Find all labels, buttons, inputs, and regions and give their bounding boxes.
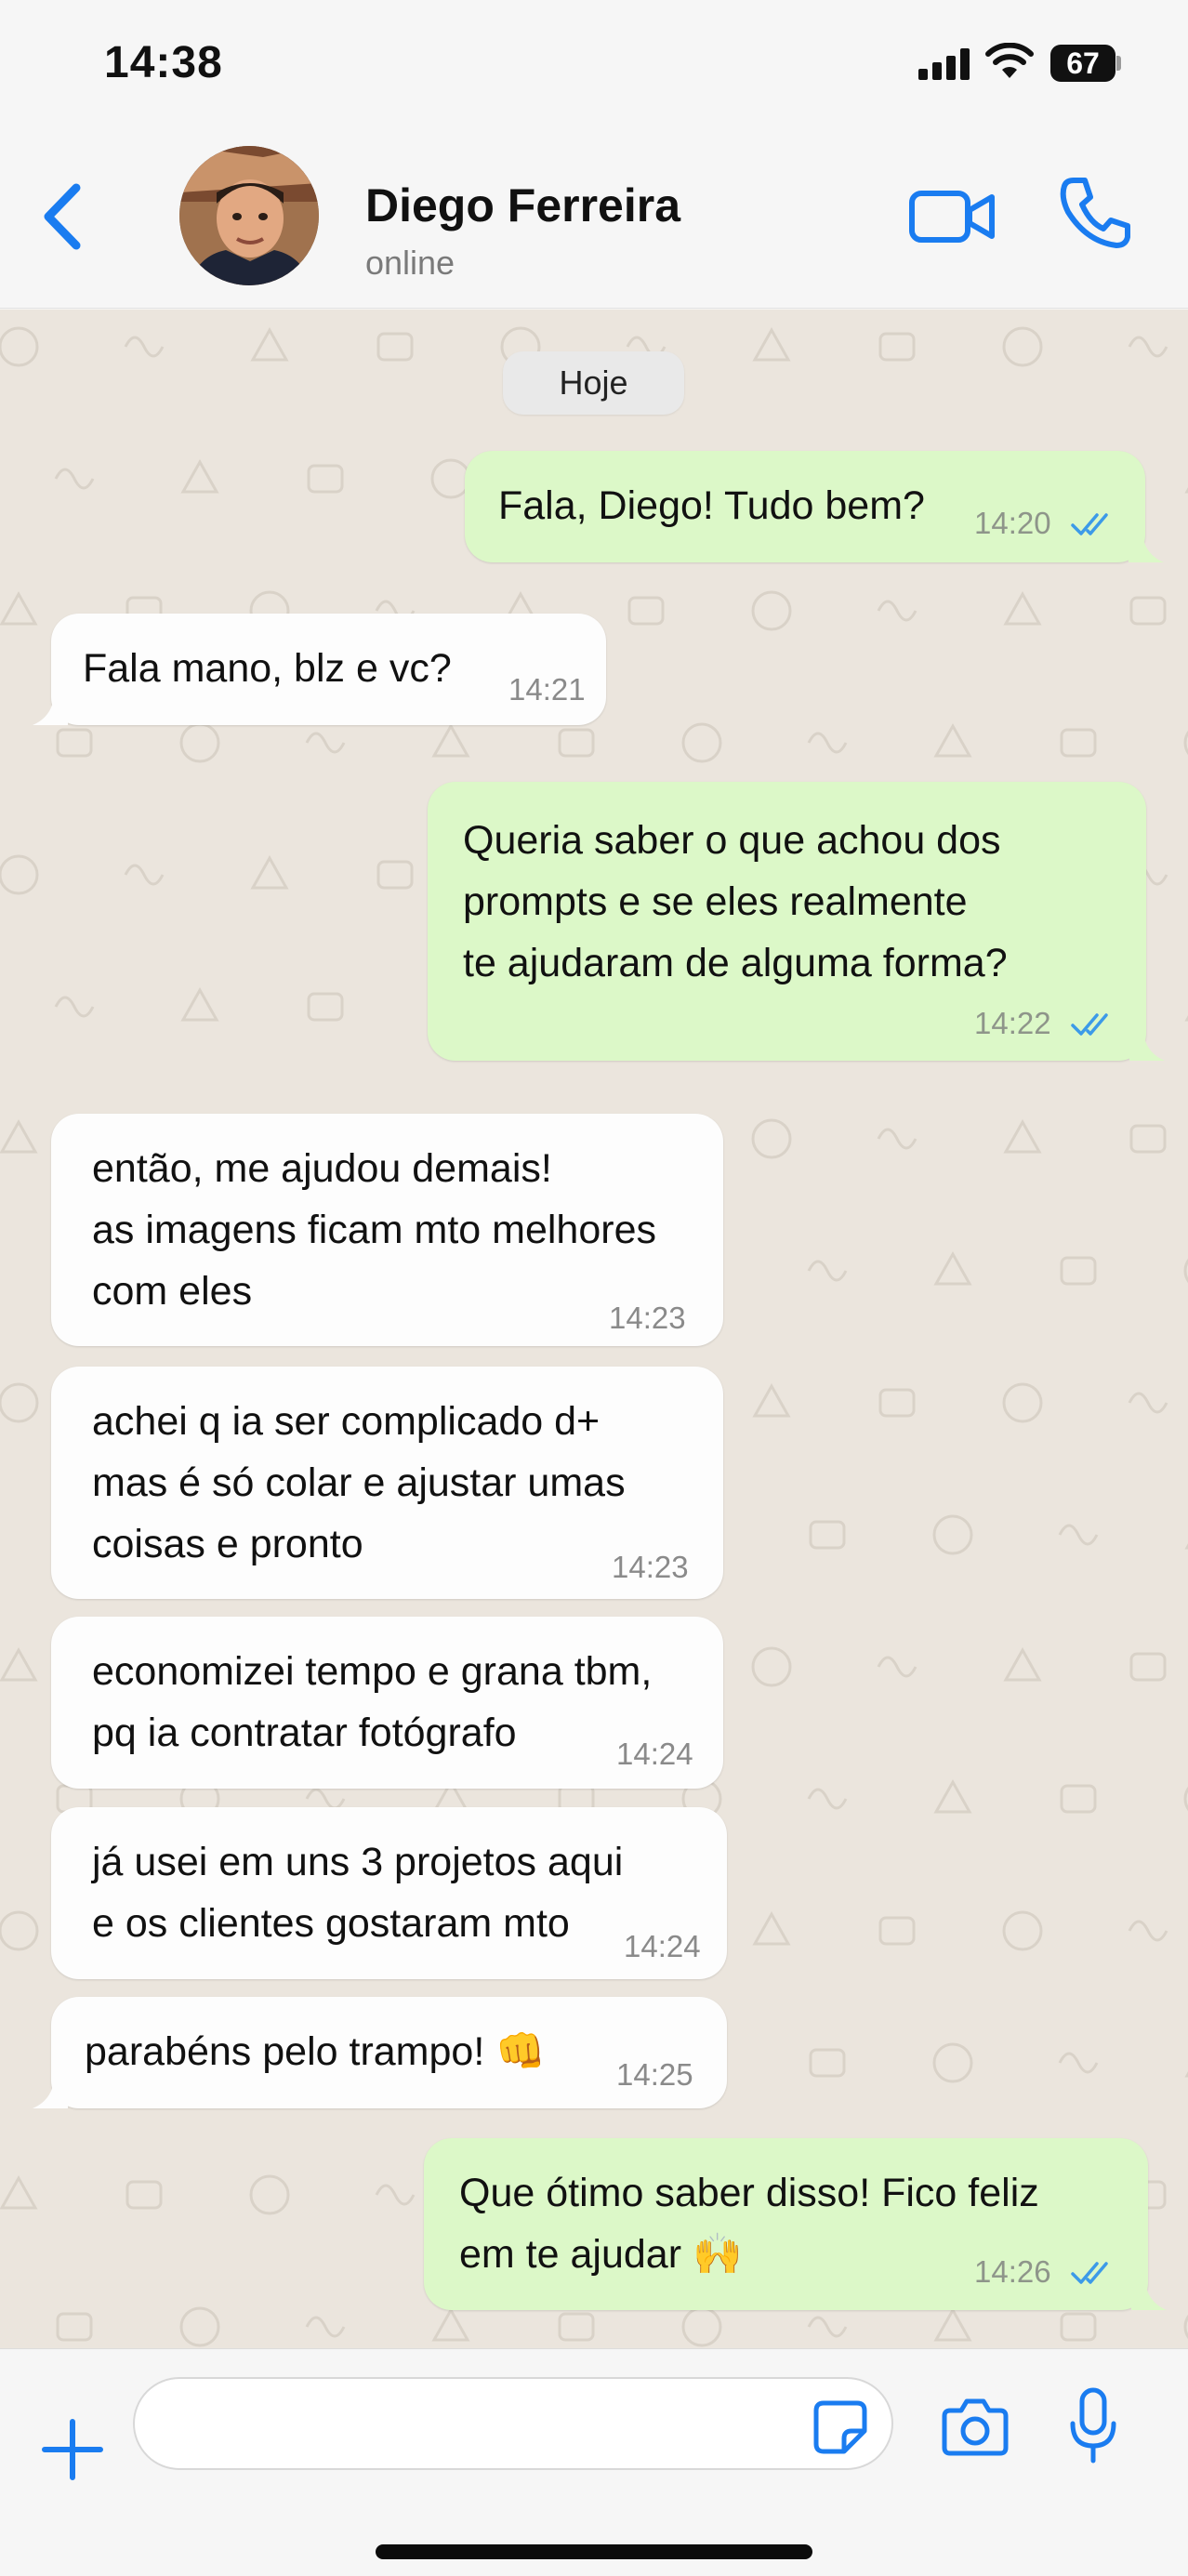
camera-icon[interactable] bbox=[941, 2396, 1010, 2457]
message-time: 14:23 bbox=[609, 1301, 686, 1335]
avatar-photo bbox=[179, 146, 319, 285]
status-bar: 14:38 67 bbox=[0, 0, 1188, 130]
double-check-icon bbox=[1071, 1013, 1108, 1036]
message-time: 14:20 bbox=[974, 506, 1051, 540]
home-indicator bbox=[376, 2544, 812, 2559]
message-time: 14:24 bbox=[616, 1737, 693, 1771]
message-text: achei q ia ser complicado d+ mas é só co… bbox=[92, 1399, 626, 1566]
outgoing-message[interactable]: Queria saber o que achou dos prompts e s… bbox=[428, 782, 1165, 1061]
back-chevron-icon[interactable] bbox=[28, 175, 93, 258]
double-check-icon bbox=[1071, 513, 1108, 535]
message-time: 14:21 bbox=[508, 672, 586, 707]
outgoing-message[interactable]: Fala, Diego! Tudo bem? 14:20 bbox=[465, 451, 1164, 562]
battery-icon: 67 bbox=[1050, 45, 1121, 82]
plus-icon[interactable] bbox=[39, 2416, 106, 2483]
chat-header: Diego Ferreira online bbox=[0, 130, 1188, 309]
incoming-message[interactable]: parabéns pelo trampo! 👊 14:25 bbox=[33, 1997, 727, 2108]
incoming-message[interactable]: já usei em uns 3 projetos aqui e os clie… bbox=[51, 1807, 727, 1979]
message-text: Que ótimo saber disso! Fico feliz em te … bbox=[459, 2171, 1039, 2277]
bubble-tail bbox=[33, 688, 68, 725]
chat-area[interactable]: Hoje Fala, Diego! Tudo bem? 14:20 Fala man… bbox=[0, 310, 1188, 2348]
bubble-tail bbox=[1129, 1024, 1165, 1061]
incoming-message[interactable]: economizei tempo e grana tbm, pq ia cont… bbox=[51, 1617, 723, 1789]
bubble-tail bbox=[1129, 525, 1164, 562]
incoming-message[interactable]: achei q ia ser complicado d+ mas é só co… bbox=[51, 1367, 723, 1599]
message-time: 14:24 bbox=[624, 1929, 701, 1963]
contact-name[interactable]: Diego Ferreira bbox=[365, 178, 680, 232]
video-camera-icon[interactable] bbox=[906, 175, 997, 258]
microphone-icon[interactable] bbox=[1065, 2386, 1121, 2466]
message-text: Fala mano, blz e vc? bbox=[83, 646, 452, 691]
outgoing-message[interactable]: Que ótimo saber disso! Fico feliz em te … bbox=[424, 2138, 1167, 2310]
message-time: 14:25 bbox=[616, 2057, 693, 2092]
message-text: então, me ajudou demais! as imagens fica… bbox=[92, 1146, 656, 1314]
input-bar bbox=[0, 2348, 1188, 2576]
message-text: Fala, Diego! Tudo bem? bbox=[498, 483, 925, 528]
status-time: 14:38 bbox=[104, 38, 223, 87]
message-text: economizei tempo e grana tbm, pq ia cont… bbox=[92, 1649, 653, 1755]
contact-status: online bbox=[365, 244, 455, 282]
incoming-message[interactable]: Fala mano, blz e vc? 14:21 bbox=[33, 614, 606, 725]
battery-level: 67 bbox=[1066, 46, 1100, 80]
cellular-signal-icon bbox=[918, 48, 970, 80]
wifi-icon bbox=[985, 43, 1034, 78]
sticker-icon[interactable] bbox=[811, 2398, 870, 2457]
message-time: 14:26 bbox=[974, 2254, 1051, 2289]
date-chip: Hoje bbox=[503, 351, 684, 415]
bubble-tail bbox=[33, 2071, 68, 2108]
incoming-message[interactable]: então, me ajudou demais! as imagens fica… bbox=[51, 1114, 723, 1346]
message-text: já usei em uns 3 projetos aqui e os clie… bbox=[92, 1840, 624, 1946]
message-input[interactable] bbox=[133, 2377, 893, 2470]
message-text: Queria saber o que achou dos prompts e s… bbox=[463, 818, 1008, 985]
message-time: 14:23 bbox=[612, 1550, 689, 1584]
phone-icon[interactable] bbox=[1053, 171, 1137, 255]
bubble-tail bbox=[1131, 2273, 1167, 2310]
message-text: parabéns pelo trampo! 👊 bbox=[85, 2029, 546, 2074]
avatar[interactable] bbox=[179, 146, 319, 285]
double-check-icon bbox=[1071, 2262, 1108, 2284]
message-time: 14:22 bbox=[974, 1006, 1051, 1040]
